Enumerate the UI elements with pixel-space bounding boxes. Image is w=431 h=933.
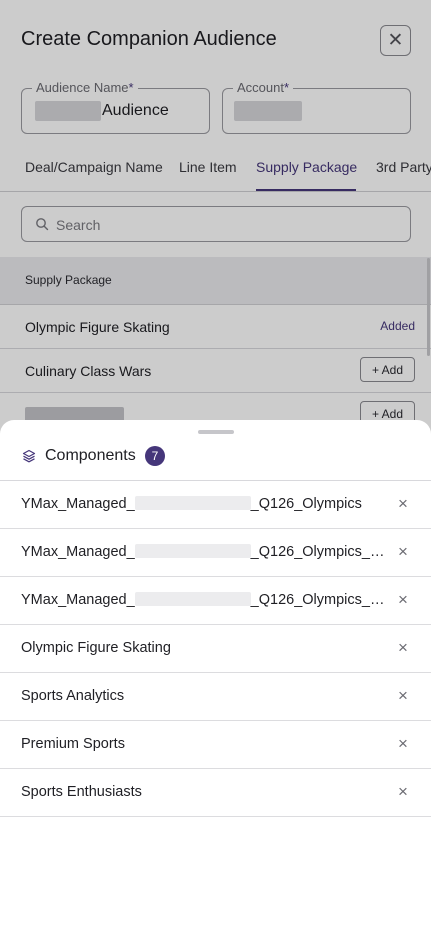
component-item: YMax_Managed_ _Q126_Olympics_Ad... × (0, 529, 431, 577)
remove-icon[interactable]: × (398, 686, 408, 706)
remove-icon[interactable]: × (398, 590, 408, 610)
component-item: Sports Analytics × (0, 673, 431, 721)
component-item: Olympic Figure Skating × (0, 625, 431, 673)
remove-icon[interactable]: × (398, 542, 408, 562)
component-item: YMax_Managed_ _Q126_Olympics_Na... × (0, 577, 431, 625)
layers-icon (22, 449, 36, 463)
remove-icon[interactable]: × (398, 494, 408, 514)
component-name: Sports Enthusiasts (21, 784, 142, 800)
remove-icon[interactable]: × (398, 782, 408, 802)
drag-handle[interactable] (198, 430, 234, 434)
components-title: Components (45, 447, 136, 464)
component-name: YMax_Managed_ _Q126_Olympics (21, 496, 362, 512)
component-name: Sports Analytics (21, 688, 125, 704)
redacted-text (134, 592, 251, 606)
component-item: Premium Sports × (0, 721, 431, 769)
redacted-text (134, 496, 251, 510)
components-header: Components 7 (0, 436, 431, 481)
component-name: YMax_Managed_ _Q126_Olympics_Ad... (21, 544, 391, 560)
components-sheet: Components 7 YMax_Managed_ _Q126_Olympics… (0, 420, 431, 933)
remove-icon[interactable]: × (398, 638, 408, 658)
components-count-badge: 7 (145, 446, 165, 466)
component-item: Sports Enthusiasts × (0, 769, 431, 817)
component-name: YMax_Managed_ _Q126_Olympics_Na... (21, 592, 391, 608)
redacted-text (134, 544, 251, 558)
component-name: Premium Sports (21, 736, 125, 752)
remove-icon[interactable]: × (398, 734, 408, 754)
component-item: YMax_Managed_ _Q126_Olympics × (0, 481, 431, 529)
component-name: Olympic Figure Skating (21, 640, 171, 656)
